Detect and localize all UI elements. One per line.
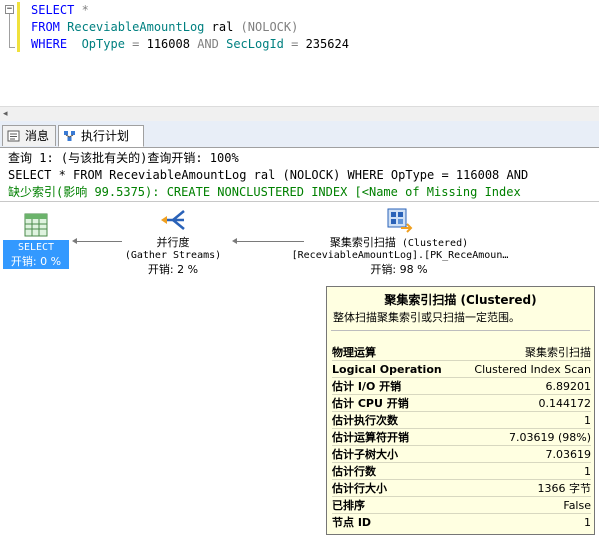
tooltip-row: 估计 I/O 开销 6.89201 <box>332 378 591 395</box>
tooltip-key: 估计子树大小 <box>332 448 398 461</box>
keyword-and: AND <box>189 37 227 51</box>
tooltip-value: False <box>563 499 591 512</box>
tooltip-description: 整体扫描聚集索引或只扫描一定范围。 <box>333 311 520 324</box>
flow-arrow-1-head <box>72 238 77 244</box>
table-alias: ral <box>204 20 241 34</box>
parallelism-icon[interactable] <box>160 206 188 234</box>
table-hint: (NOLOCK) <box>240 20 299 34</box>
tooltip-value: Clustered Index Scan <box>474 363 591 376</box>
tooltip-value: 1366 字节 <box>537 482 592 495</box>
scan-label: 聚集索引扫描 (Clustered) <box>318 236 480 250</box>
tooltip-row: 物理运算 聚集索引扫描 <box>332 344 591 361</box>
scan-cost: 开销: 98 % <box>370 263 428 276</box>
operator-eq-1: = <box>124 37 147 51</box>
parallelism-label: 并行度 <box>156 236 190 249</box>
scan-label-main: 聚集索引扫描 <box>329 236 396 249</box>
keyword-where: WHERE <box>31 37 68 51</box>
outline-end <box>9 47 15 48</box>
flow-arrow-2 <box>236 241 304 242</box>
column-optype: OpType <box>67 37 125 51</box>
code-line-1: SELECT * <box>31 3 89 17</box>
value-1: 116008 <box>146 37 190 51</box>
tooltip-value: 7.03619 <box>545 448 592 461</box>
scroll-left-arrow-icon[interactable]: ◂ <box>3 109 8 119</box>
changed-lines-marker <box>17 2 20 52</box>
tooltip-value: 6.89201 <box>545 380 592 393</box>
outline-line <box>9 14 10 47</box>
table-name: ReceviableAmountLog <box>67 20 205 34</box>
plan-separator <box>0 201 599 202</box>
execution-plan-icon <box>64 131 75 141</box>
tooltip-value: 7.03619 (98%) <box>508 431 591 444</box>
tab-messages-label: 消息 <box>25 129 50 143</box>
tooltip-key: 估计行数 <box>332 465 376 478</box>
parallelism-sublabel: (Gather Streams) <box>124 250 222 261</box>
tooltip-key: 估计运算符开销 <box>332 431 409 444</box>
tooltip-value: 1 <box>584 414 591 427</box>
clustered-index-scan-icon[interactable] <box>385 206 413 234</box>
missing-index-line[interactable]: 缺少索引(影响 99.5375): CREATE NONCLUSTERED IN… <box>8 185 521 199</box>
code-line-2: FROM ReceviableAmountLog ral (NOLOCK) <box>31 20 298 34</box>
value-2: 235624 <box>305 37 349 51</box>
tooltip-row: 节点 ID 1 <box>332 514 591 531</box>
select-node-label: SELECT <box>17 242 55 253</box>
tooltip-key: 已排序 <box>332 499 365 512</box>
query-text-line: SELECT * FROM ReceviableAmountLog ral (N… <box>8 168 529 182</box>
tooltip-row: Logical Operation Clustered Index Scan <box>332 361 591 378</box>
sql-editor[interactable]: − SELECT * FROM ReceviableAmountLog ral … <box>0 0 599 106</box>
select-node-icon[interactable] <box>24 213 48 237</box>
flow-arrow-1 <box>76 241 122 242</box>
tooltip-key: 估计行大小 <box>332 482 387 495</box>
query-cost-line: 查询 1: (与该批有关的)查询开销: 100% <box>8 151 239 165</box>
tooltip-key: 物理运算 <box>332 346 376 359</box>
tooltip-key: Logical Operation <box>332 363 442 376</box>
select-node-cost: 开销: 0 % <box>10 255 62 268</box>
keyword-from: FROM <box>31 20 60 34</box>
tooltip-row: 估计 CPU 开销 0.144172 <box>332 395 591 412</box>
tooltip-separator <box>331 330 590 331</box>
operator-tooltip: 聚集索引扫描 (Clustered) 整体扫描聚集索引或只扫描一定范围。 物理运… <box>326 286 595 535</box>
tooltip-value: 1 <box>584 516 591 529</box>
select-star: * <box>74 3 89 17</box>
parallelism-cost: 开销: 2 % <box>147 263 199 276</box>
tooltip-value: 聚集索引扫描 <box>525 346 591 359</box>
code-line-3: WHERE OpType = 116008 AND SecLogId = 235… <box>31 37 349 51</box>
tooltip-row: 估计行大小 1366 字节 <box>332 480 591 497</box>
tab-execution-plan[interactable]: 执行计划 <box>58 125 144 147</box>
tab-messages[interactable]: 消息 <box>2 125 56 146</box>
tooltip-value: 0.144172 <box>538 397 592 410</box>
select-node[interactable]: SELECT 开销: 0 % <box>3 240 69 269</box>
tooltip-key: 节点 ID <box>332 516 372 529</box>
tooltip-key: 估计执行次数 <box>332 414 398 427</box>
tooltip-title: 聚集索引扫描 (Clustered) <box>384 293 537 307</box>
messages-icon <box>7 130 20 142</box>
tooltip-key: 估计 CPU 开销 <box>332 397 409 410</box>
results-tab-bar: 消息 执行计划 <box>0 121 599 148</box>
tooltip-row: 估计子树大小 7.03619 <box>332 446 591 463</box>
flow-arrow-2-head <box>232 238 237 244</box>
editor-horizontal-scrollbar[interactable]: ◂ <box>0 106 599 121</box>
tooltip-value: 1 <box>584 465 591 478</box>
keyword-select: SELECT <box>31 3 75 17</box>
tab-execution-plan-label: 执行计划 <box>81 129 130 143</box>
tooltip-row: 已排序 False <box>332 497 591 514</box>
scan-sublabel: [ReceviableAmountLog].[PK_ReceAmoun… <box>291 250 509 261</box>
scan-label-suffix: (Clustered) <box>395 238 469 249</box>
operator-eq-2: = <box>283 37 306 51</box>
tooltip-key: 估计 I/O 开销 <box>332 380 402 393</box>
tooltip-row: 估计运算符开销 7.03619 (98%) <box>332 429 591 446</box>
collapse-toggle[interactable]: − <box>5 5 14 14</box>
tooltip-row: 估计行数 1 <box>332 463 591 480</box>
column-seclogid: SecLogId <box>226 37 284 51</box>
tooltip-row: 估计执行次数 1 <box>332 412 591 429</box>
